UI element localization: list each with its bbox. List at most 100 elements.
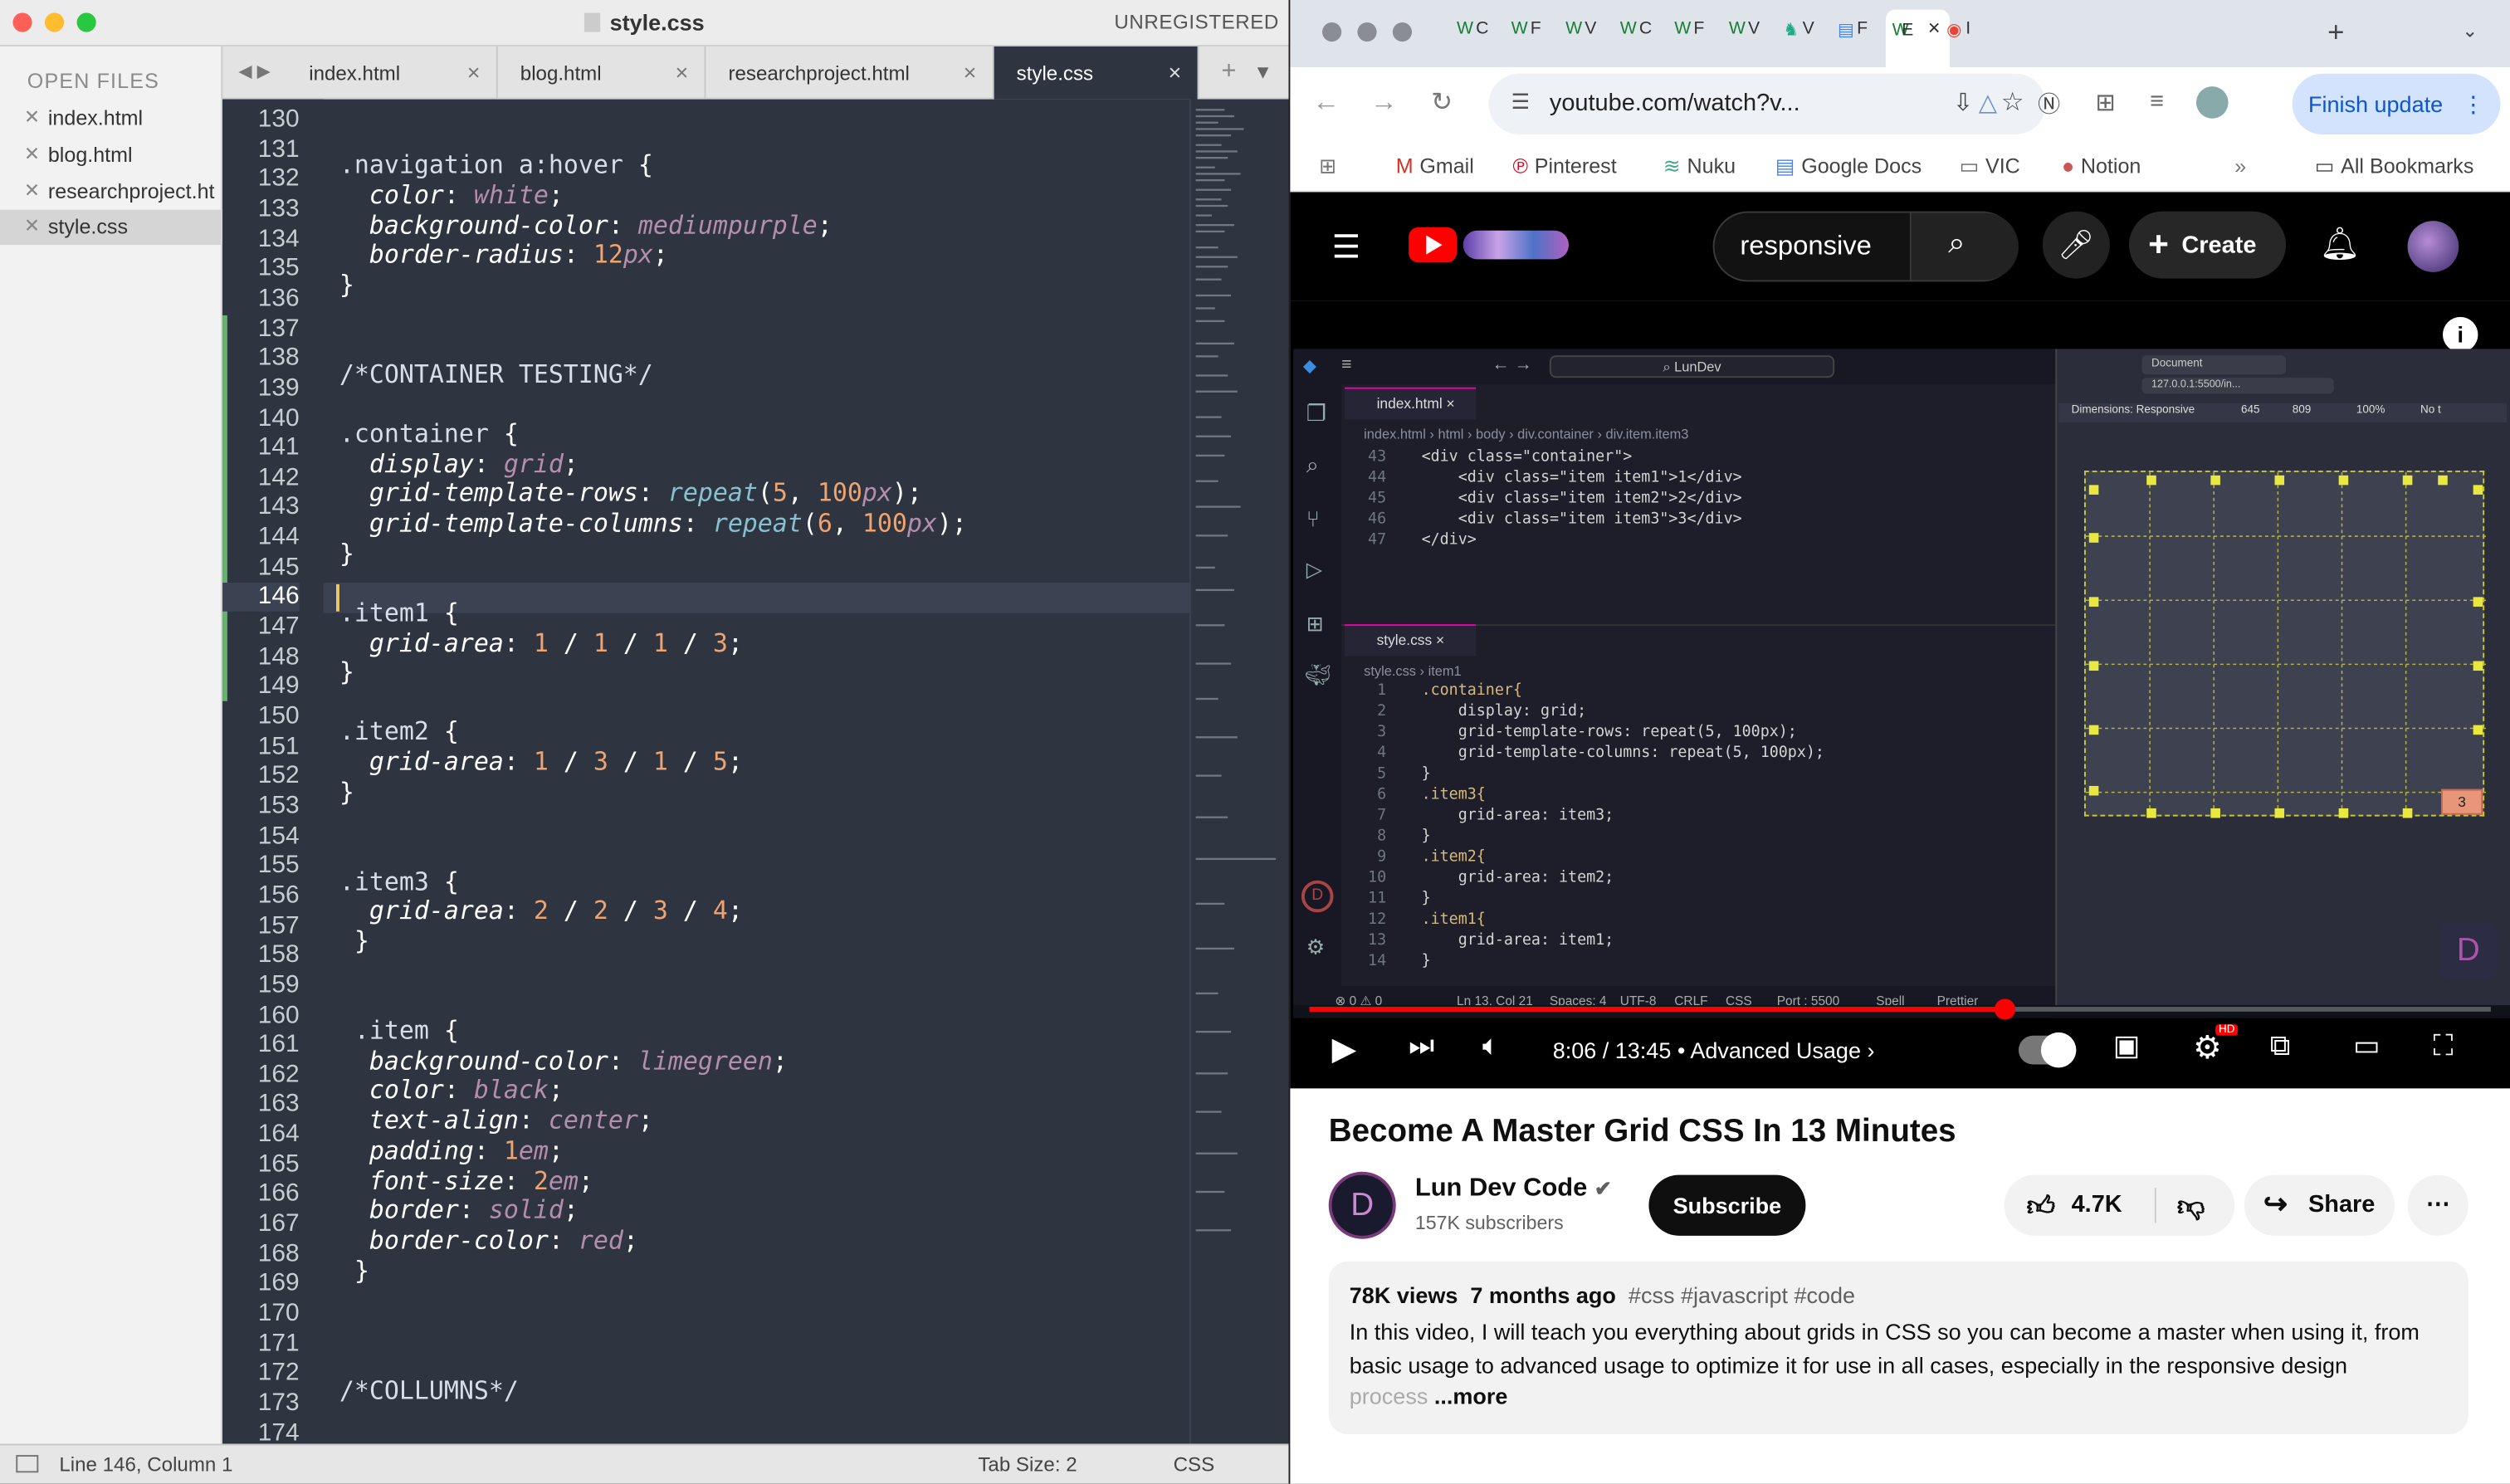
progress-bar[interactable]	[1309, 998, 2491, 1020]
back-icon[interactable]: ←	[1312, 86, 1340, 119]
menu-icon[interactable]: ☰	[1332, 227, 1361, 267]
reload-icon[interactable]: ↻	[1431, 86, 1453, 119]
extension-notion-icon[interactable]: Ⓝ	[2038, 88, 2060, 120]
search-input[interactable]: responsive	[1740, 231, 1872, 263]
browser-tab[interactable]: ◉ I	[1940, 14, 1991, 52]
browser-tab[interactable]: WV	[1559, 14, 1610, 52]
tab-researchproject-html[interactable]: researchproject.html ×	[706, 46, 994, 100]
tab-blog-html[interactable]: blog.html ×	[498, 46, 706, 100]
description-box[interactable]: 78K views 7 months ago #css #javascript …	[1328, 1261, 2468, 1434]
media-icon[interactable]: ≡	[2150, 88, 2164, 115]
scrubber-handle[interactable]	[1994, 998, 2016, 1020]
subscribe-button[interactable]: Subscribe	[1648, 1174, 1806, 1236]
tab-style-css[interactable]: style.css ×	[994, 46, 1199, 100]
channel-name[interactable]: Lun Dev Code ✔	[1415, 1175, 1612, 1204]
code-line: grid-area: item2;	[1421, 869, 1614, 887]
browser-tab[interactable]: WF	[1668, 14, 1720, 52]
extension-drive-icon[interactable]: △	[1979, 88, 1997, 117]
bookmark-nuku[interactable]: ≋ Nuku	[1663, 154, 1736, 179]
close-icon[interactable]: ×	[964, 59, 977, 85]
bookmark-vic[interactable]: ▭ VIC	[1960, 154, 2020, 179]
show-more-link[interactable]: ...more	[1434, 1383, 1508, 1408]
doodle-logo[interactable]	[1463, 230, 1569, 260]
install-icon[interactable]: ⇩	[1953, 88, 1973, 117]
bookmark-star-icon[interactable]: ☆	[2001, 86, 2024, 119]
browser-tab[interactable]: WV	[1722, 14, 1774, 52]
code-editor[interactable]: .navigation a:hover { color: white; back…	[323, 100, 1189, 1444]
browser-tab[interactable]: WF	[1505, 14, 1556, 52]
extensions-icon[interactable]: ⊞	[2095, 88, 2115, 117]
tab-index-html[interactable]: index.html ×	[286, 46, 498, 100]
browser-tab[interactable]: WC	[1614, 14, 1665, 52]
apps-icon[interactable]: ⊞	[1319, 154, 1336, 179]
microphone-icon[interactable]: 🎤︎	[2042, 211, 2110, 279]
minimize-window-button[interactable]	[1357, 22, 1377, 42]
tab-nav-arrows-icon[interactable]: ◀ ▶	[238, 61, 271, 81]
tab-dropdown-icon[interactable]: ▼	[1253, 61, 1272, 83]
finish-update-button[interactable]: Finish update ⋮	[2292, 73, 2501, 134]
zoom-window-button[interactable]	[1392, 22, 1412, 42]
all-bookmarks[interactable]: ▭ All Bookmarks	[2315, 154, 2474, 179]
sidebar-item-style-css[interactable]: ✕ style.css	[0, 209, 223, 246]
hashtags[interactable]: #css #javascript #code	[1629, 1282, 1855, 1308]
sidebar-item-blog-html[interactable]: ✕ blog.html	[0, 138, 222, 173]
profile-avatar[interactable]	[2195, 86, 2229, 119]
chapter-title[interactable]: Advanced Usage	[1690, 1037, 1861, 1063]
share-button[interactable]: ↪ Share	[2244, 1174, 2395, 1236]
close-icon[interactable]: ✕	[24, 105, 40, 128]
status-bar: Line 146, Column 1 Tab Size: 2 CSS	[0, 1443, 1289, 1484]
address-bar[interactable]: ☰ youtube.com/watch?v... ⇩ ☆	[1488, 73, 2046, 134]
close-icon[interactable]: ×	[675, 59, 688, 85]
more-actions-icon[interactable]: ⋯	[2407, 1174, 2468, 1236]
sidebar-item-index-html[interactable]: ✕ index.html	[0, 100, 222, 135]
channel-avatar[interactable]: D	[1328, 1171, 1396, 1239]
video-player[interactable]: i ◆ ≡ ← → ⌕ LunDev ❐ ⌕ ⑂ ▷ ⊞ 🐳︎ D ⚙ inde…	[1290, 300, 2510, 1089]
create-button[interactable]: + Create	[2128, 211, 2286, 279]
fullscreen-icon[interactable]: ⛶	[2433, 1029, 2453, 1063]
search-icon[interactable]: ⌕	[1948, 227, 1966, 262]
close-icon[interactable]: ×	[1168, 59, 1181, 85]
bookmark-google-docs[interactable]: ▤ Google Docs	[1775, 154, 1922, 179]
avatar[interactable]	[2407, 221, 2459, 272]
line-number: 163	[257, 1091, 300, 1118]
close-icon[interactable]: ✕	[24, 143, 40, 165]
more-bookmarks-icon[interactable]: »	[2234, 154, 2246, 178]
play-icon[interactable]: ▶	[1332, 1029, 1357, 1069]
line-number: 142	[257, 463, 300, 491]
sidebar-item-researchproject-html[interactable]: ✕ researchproject.ht	[0, 174, 222, 209]
captions-icon[interactable]: ▣	[2113, 1029, 2141, 1063]
tab-size[interactable]: Tab Size: 2	[978, 1453, 1077, 1476]
close-window-button[interactable]	[1321, 22, 1342, 42]
autoplay-toggle[interactable]	[2018, 1032, 2077, 1068]
close-icon[interactable]: ×	[467, 59, 481, 85]
bookmark-notion[interactable]: ● Notion	[2062, 154, 2141, 178]
close-icon[interactable]: ✕	[1927, 21, 1941, 38]
miniplayer-icon[interactable]: ⧉	[2270, 1029, 2291, 1063]
sidebar-toggle-icon[interactable]	[16, 1455, 39, 1473]
grid-preview: 3	[2083, 470, 2487, 818]
browser-tab[interactable]: ♞ V	[1777, 14, 1829, 52]
new-tab-icon[interactable]: +	[1221, 57, 1236, 86]
minimap[interactable]	[1189, 99, 1289, 1444]
forward-icon[interactable]: →	[1370, 86, 1398, 119]
close-icon[interactable]: ✕	[24, 214, 40, 237]
theater-mode-icon[interactable]: ▭	[2353, 1029, 2381, 1063]
site-info-icon[interactable]: ☰	[1511, 90, 1530, 115]
browser-tab[interactable]: ▤ F	[1831, 14, 1882, 52]
next-icon[interactable]: ⏭︎	[1409, 1029, 1434, 1063]
volume-icon[interactable]: 🔈︎	[1482, 1029, 1500, 1063]
search-box[interactable]: responsive ⌕	[1712, 211, 2019, 282]
new-tab-icon[interactable]: +	[2327, 16, 2344, 49]
tab-search-icon[interactable]: ⌄	[2462, 19, 2478, 41]
bookmark-gmail[interactable]: M Gmail	[1396, 154, 1474, 178]
syntax-mode[interactable]: CSS	[1174, 1453, 1215, 1476]
close-icon[interactable]: ✕	[24, 179, 40, 202]
dislike-icon[interactable]: 👎︎	[2177, 1189, 2205, 1223]
info-icon[interactable]: i	[2442, 316, 2478, 353]
notifications-bell-icon[interactable]: 🔔︎	[2319, 224, 2360, 264]
browser-tab[interactable]: WC	[1450, 14, 1502, 52]
like-icon[interactable]: 👍︎	[2027, 1189, 2055, 1223]
like-count[interactable]: 4.7K	[2072, 1191, 2122, 1218]
youtube-logo[interactable]	[1409, 227, 1457, 263]
bookmark-pinterest[interactable]: ℗ Pinterest	[1512, 154, 1616, 178]
